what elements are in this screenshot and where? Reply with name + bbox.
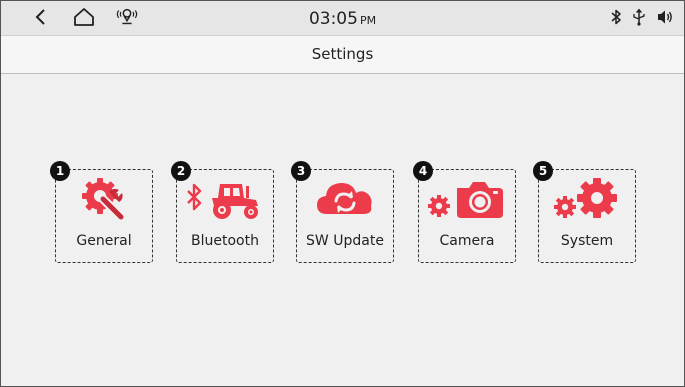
clock-ampm: PM [359, 14, 377, 27]
bluetooth-icon [610, 8, 622, 30]
system-tile[interactable]: 5 System [533, 161, 636, 263]
tile-label: Bluetooth [191, 233, 259, 249]
gear-camera-icon [419, 176, 515, 222]
camera-tile[interactable]: 4 Camera [413, 161, 516, 263]
tile-label: System [560, 233, 614, 249]
gear-wrench-icon [56, 176, 152, 222]
title-bar: Settings [1, 36, 684, 74]
tile-label: SW Update [306, 233, 384, 249]
clock-time: 03:05 [308, 9, 358, 29]
usb-icon [632, 8, 646, 30]
bluetooth-tractor-icon [177, 176, 273, 222]
status-bar: 03:05 PM [1, 1, 684, 36]
status-clock: 03:05 PM [1, 9, 684, 29]
bluetooth-tile[interactable]: 2 Bluetooth [171, 161, 274, 263]
tile-label: Camera [439, 233, 495, 249]
volume-icon [656, 8, 674, 30]
gears-icon [539, 176, 635, 222]
cloud-sync-icon [297, 176, 393, 222]
tile-label: General [76, 233, 132, 249]
general-tile[interactable]: 1 General [50, 161, 153, 263]
status-icons [610, 8, 674, 30]
sw-update-tile[interactable]: 3 SW Update [291, 161, 394, 263]
settings-screen: 03:05 PM Settings 1 General 2 Bluetooth … [0, 0, 685, 387]
page-title: Settings [311, 45, 374, 63]
